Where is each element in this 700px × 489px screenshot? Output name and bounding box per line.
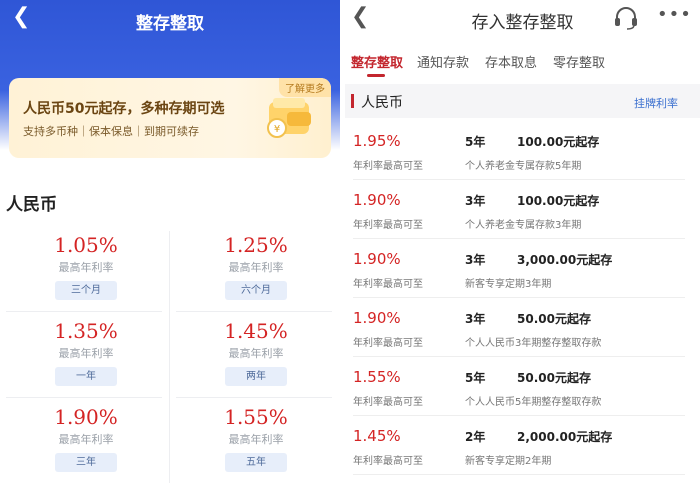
rate-card[interactable]: 1.45% 最高年利率 两年 — [174, 311, 338, 397]
term-tag[interactable]: 一年 — [55, 367, 117, 386]
product-name: 个人人民币5年期整存整取存款 — [465, 397, 602, 408]
term-tag[interactable]: 三个月 — [55, 281, 117, 300]
grid-divider — [169, 231, 170, 483]
product-min-amount: 50.00元起存 — [517, 371, 591, 385]
tab-interest-withdrawal[interactable]: 存本取息 — [485, 52, 537, 71]
promo-banner[interactable]: 了解更多 人民币50元起存，多种存期可选 支持多币种｜保本保息｜到期可续存 ¥ — [9, 78, 331, 158]
product-rate: 1.90% — [353, 309, 401, 327]
currency-section-title: 人民币 — [6, 195, 57, 215]
product-term: 5年 — [465, 371, 486, 385]
product-row[interactable]: 1.45% 年利率最高可至 2年 2,000.00元起存 新客专享定期2年期 — [345, 417, 685, 475]
section-title: 人民币 — [361, 95, 403, 111]
product-row[interactable]: 1.95% 年利率最高可至 5年 100.00元起存 个人养老金专属存款5年期 — [345, 122, 685, 180]
rate-grid: 1.05% 最高年利率 三个月 1.25% 最高年利率 六个月 1.35% 最高… — [0, 225, 340, 489]
row-divider — [353, 474, 685, 475]
product-rate-label: 年利率最高可至 — [353, 397, 423, 408]
listed-rates-link[interactable]: 挂牌利率 — [634, 95, 678, 111]
product-rate-label: 年利率最高可至 — [353, 456, 423, 467]
promo-title: 人民币50元起存，多种存期可选 — [23, 101, 225, 117]
promo-subtitle: 支持多币种｜保本保息｜到期可续存 — [23, 125, 199, 138]
rate-label: 最高年利率 — [58, 261, 114, 274]
right-screen: ❮ 存入整存整取 ••• 整存整取 通知存款 存本取息 零存整取 人民币 挂牌利… — [345, 0, 700, 489]
term-tag[interactable]: 六个月 — [225, 281, 287, 300]
rate-card[interactable]: 1.55% 最高年利率 五年 — [174, 397, 338, 483]
product-name: 新客专享定期3年期 — [465, 279, 552, 290]
rate-label: 最高年利率 — [228, 347, 284, 360]
row-divider — [353, 356, 685, 357]
product-rate-label: 年利率最高可至 — [353, 220, 423, 231]
product-rate: 1.55% — [353, 368, 401, 386]
rate-label: 最高年利率 — [228, 433, 284, 446]
product-name: 新客专享定期2年期 — [465, 456, 552, 467]
more-dots-icon[interactable]: ••• — [657, 4, 692, 25]
row-divider — [353, 179, 685, 180]
product-min-amount: 2,000.00元起存 — [517, 430, 613, 444]
product-term: 5年 — [465, 135, 486, 149]
product-row[interactable]: 1.55% 年利率最高可至 5年 50.00元起存 个人人民币5年期整存整取存款 — [345, 358, 685, 416]
term-tag[interactable]: 两年 — [225, 367, 287, 386]
section-header: 人民币 挂牌利率 — [345, 84, 700, 118]
tab-bar: 整存整取 通知存款 存本取息 零存整取 — [345, 52, 700, 80]
product-row[interactable]: 1.90% 年利率最高可至 3年 50.00元起存 个人人民币3年期整存整取存款 — [345, 299, 685, 357]
rate-value: 1.55% — [224, 405, 288, 429]
product-min-amount: 50.00元起存 — [517, 312, 591, 326]
wallet-coin-icon: ¥ — [267, 98, 311, 138]
term-tag[interactable]: 五年 — [225, 453, 287, 472]
product-term: 3年 — [465, 194, 486, 208]
rate-label: 最高年利率 — [228, 261, 284, 274]
product-rate: 1.45% — [353, 427, 401, 445]
product-rate-label: 年利率最高可至 — [353, 279, 423, 290]
row-divider — [353, 415, 685, 416]
product-name: 个人养老金专属存款3年期 — [465, 220, 582, 231]
product-min-amount: 3,000.00元起存 — [517, 253, 613, 267]
rate-value: 1.05% — [54, 233, 118, 257]
rate-value: 1.25% — [224, 233, 288, 257]
tab-notice-deposit[interactable]: 通知存款 — [417, 52, 469, 71]
row-divider — [353, 297, 685, 298]
left-screen: ❮ 整存整取 了解更多 人民币50元起存，多种存期可选 支持多币种｜保本保息｜到… — [0, 0, 340, 489]
product-rate: 1.95% — [353, 132, 401, 150]
product-rate: 1.90% — [353, 191, 401, 209]
rate-card[interactable]: 1.05% 最高年利率 三个月 — [4, 225, 168, 311]
page-title: 整存整取 — [136, 14, 204, 34]
rate-value: 1.45% — [224, 319, 288, 343]
term-tag[interactable]: 三年 — [55, 453, 117, 472]
active-tab-indicator — [367, 74, 385, 77]
rate-value: 1.35% — [54, 319, 118, 343]
tab-installment-deposit[interactable]: 零存整取 — [553, 52, 605, 71]
product-rate-label: 年利率最高可至 — [353, 338, 423, 349]
product-name: 个人人民币3年期整存整取存款 — [465, 338, 602, 349]
row-divider — [353, 238, 685, 239]
product-min-amount: 100.00元起存 — [517, 135, 600, 149]
tab-fixed-deposit[interactable]: 整存整取 — [351, 52, 403, 71]
product-term: 3年 — [465, 253, 486, 267]
product-row[interactable]: 1.90% 年利率最高可至 3年 100.00元起存 个人养老金专属存款3年期 — [345, 181, 685, 239]
rate-card[interactable]: 1.90% 最高年利率 三年 — [4, 397, 168, 483]
product-name: 个人养老金专属存款5年期 — [465, 161, 582, 172]
product-term: 2年 — [465, 430, 486, 444]
rate-value: 1.90% — [54, 405, 118, 429]
product-min-amount: 100.00元起存 — [517, 194, 600, 208]
rate-label: 最高年利率 — [58, 433, 114, 446]
product-rate-label: 年利率最高可至 — [353, 161, 423, 172]
headset-icon[interactable] — [613, 6, 639, 30]
rate-card[interactable]: 1.25% 最高年利率 六个月 — [174, 225, 338, 311]
product-term: 3年 — [465, 312, 486, 326]
svg-text:¥: ¥ — [274, 124, 280, 135]
rate-card[interactable]: 1.35% 最高年利率 一年 — [4, 311, 168, 397]
product-row[interactable]: 1.90% 年利率最高可至 3年 3,000.00元起存 新客专享定期3年期 — [345, 240, 685, 298]
product-rate: 1.90% — [353, 250, 401, 268]
rate-label: 最高年利率 — [58, 347, 114, 360]
page-title: 存入整存整取 — [471, 13, 574, 33]
section-marker — [351, 94, 354, 108]
